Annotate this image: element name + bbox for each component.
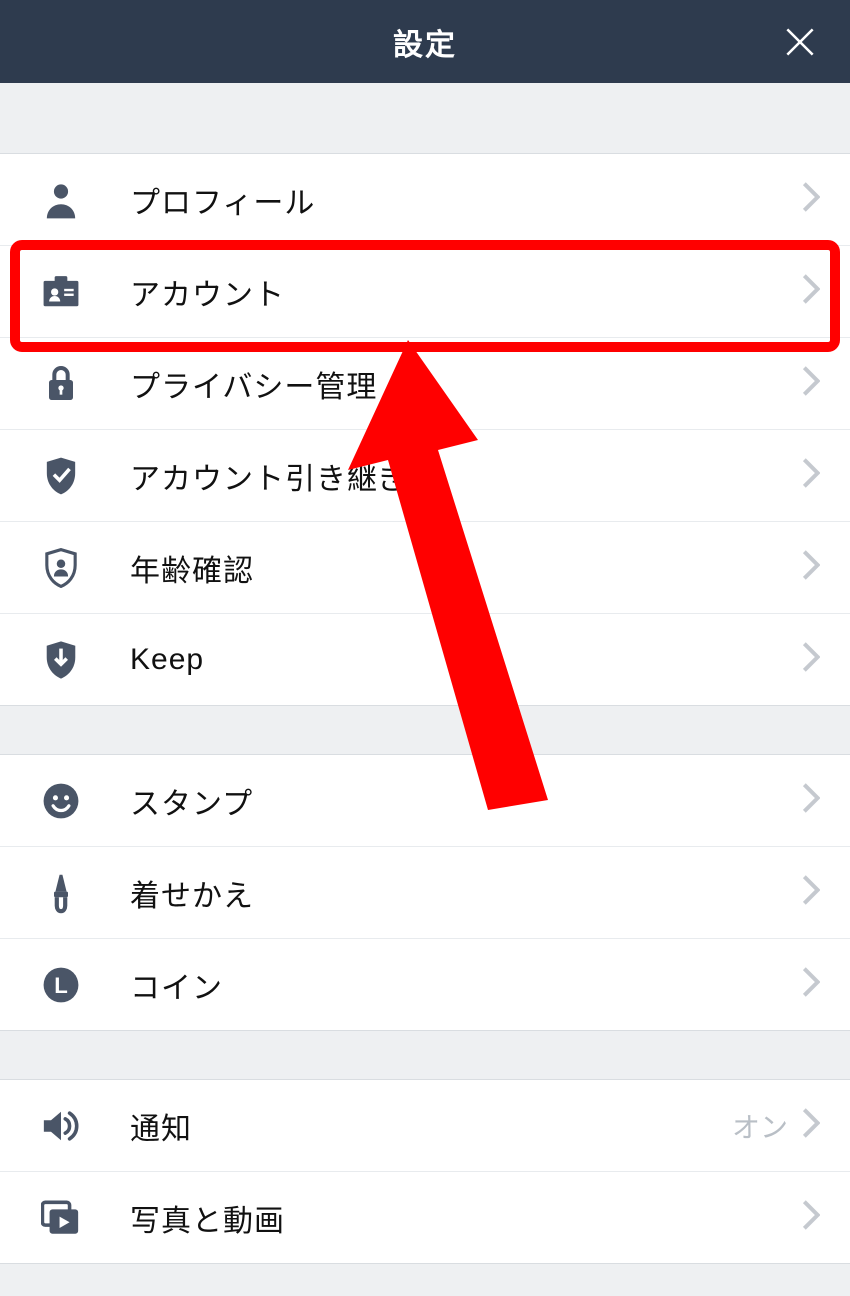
section-gap: [0, 706, 850, 754]
row-coins[interactable]: L コイン: [0, 938, 850, 1030]
user-icon: [38, 180, 84, 220]
header: 設定: [0, 0, 850, 83]
brush-icon: [38, 872, 84, 914]
close-icon: [781, 23, 819, 61]
row-account-transfer[interactable]: アカウント引き継ぎ: [0, 429, 850, 521]
id-card-icon: [38, 275, 84, 309]
chevron-right-icon: [802, 550, 820, 585]
speaker-icon: [38, 1108, 84, 1144]
chevron-right-icon: [802, 642, 820, 677]
coin-icon: L: [38, 966, 84, 1004]
row-keep[interactable]: Keep: [0, 613, 850, 705]
row-label: コイン: [130, 963, 802, 1007]
row-notifications[interactable]: 通知 オン: [0, 1080, 850, 1171]
row-privacy[interactable]: プライバシー管理: [0, 337, 850, 429]
chevron-right-icon: [802, 458, 820, 493]
settings-section-account: プロフィール アカウント プライバシー管理 アカウント引き継ぎ: [0, 153, 850, 706]
chevron-right-icon: [802, 1200, 820, 1235]
chevron-right-icon: [802, 182, 820, 217]
settings-section-shop: スタンプ 着せかえ L コイン: [0, 754, 850, 1031]
page-title: 設定: [393, 20, 457, 64]
chevron-right-icon: [802, 1108, 820, 1143]
chevron-right-icon: [802, 967, 820, 1002]
lock-icon: [38, 364, 84, 404]
smile-icon: [38, 782, 84, 820]
row-label: プロフィール: [130, 178, 802, 222]
section-gap: [0, 83, 850, 153]
row-label: 写真と動画: [130, 1196, 802, 1240]
row-age-verification[interactable]: 年齢確認: [0, 521, 850, 613]
chevron-right-icon: [802, 274, 820, 309]
section-gap: [0, 1031, 850, 1079]
download-icon: [38, 640, 84, 680]
row-label: 通知: [130, 1104, 732, 1148]
svg-text:L: L: [54, 972, 68, 997]
row-value: オン: [732, 1106, 788, 1146]
row-label: スタンプ: [130, 779, 802, 823]
row-stamps[interactable]: スタンプ: [0, 755, 850, 846]
row-label: アカウント: [130, 270, 802, 314]
row-account[interactable]: アカウント: [0, 245, 850, 337]
row-label: アカウント引き継ぎ: [130, 454, 802, 498]
chevron-right-icon: [802, 366, 820, 401]
media-icon: [38, 1200, 84, 1236]
row-label: Keep: [130, 643, 802, 677]
settings-section-general: 通知 オン 写真と動画: [0, 1079, 850, 1264]
shield-check-icon: [38, 456, 84, 496]
row-label: プライバシー管理: [130, 362, 802, 406]
row-themes[interactable]: 着せかえ: [0, 846, 850, 938]
row-label: 年齢確認: [130, 546, 802, 590]
chevron-right-icon: [802, 875, 820, 910]
row-photos-videos[interactable]: 写真と動画: [0, 1171, 850, 1263]
row-profile[interactable]: プロフィール: [0, 154, 850, 245]
row-label: 着せかえ: [130, 871, 802, 915]
chevron-right-icon: [802, 783, 820, 818]
shield-user-icon: [38, 548, 84, 588]
close-button[interactable]: [778, 20, 822, 64]
